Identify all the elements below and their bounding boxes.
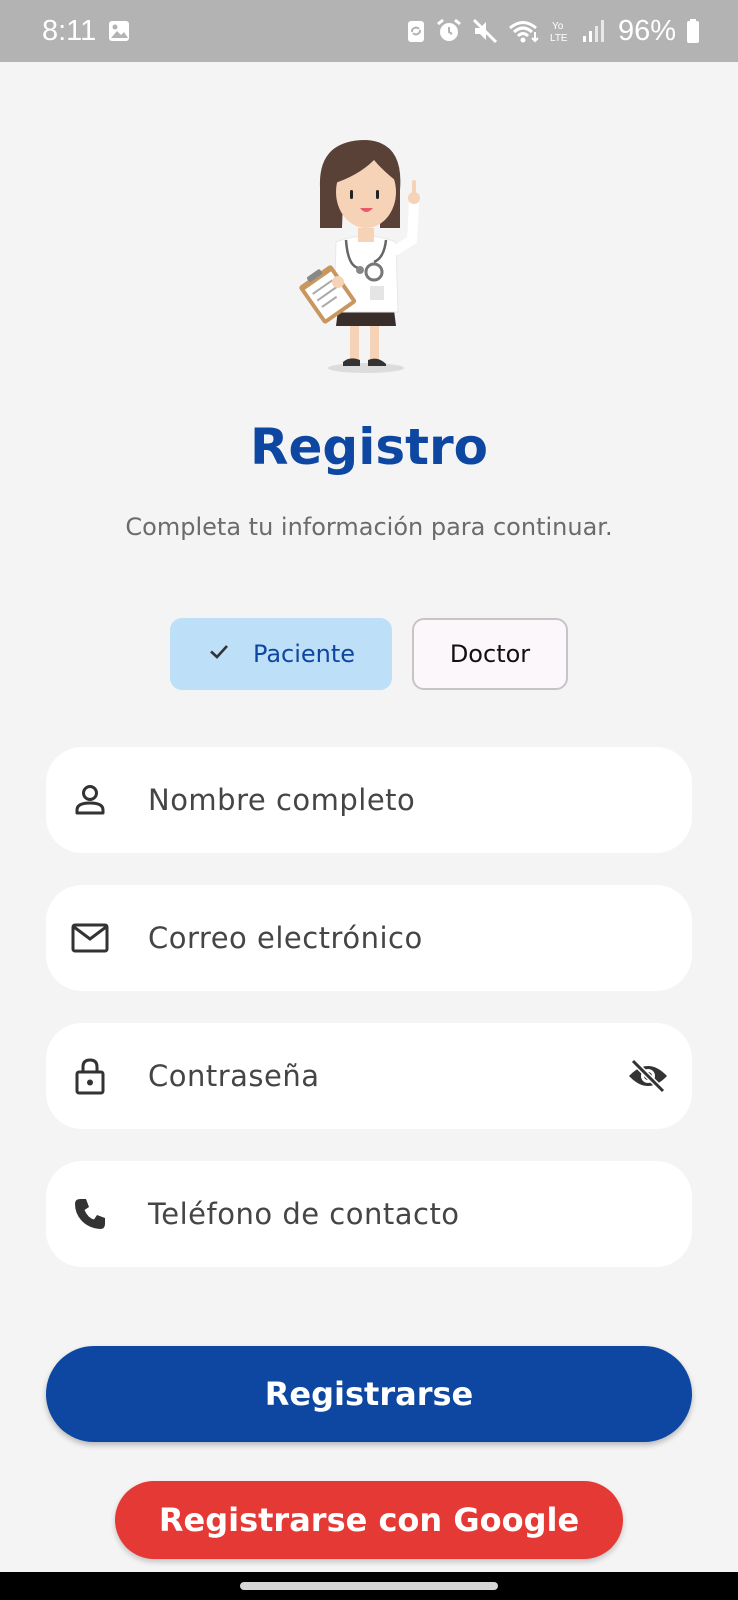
phone-field[interactable]: Teléfono de contacto [46,1161,692,1267]
email-field[interactable]: Correo electrónico [46,885,692,991]
name-placeholder: Nombre completo [148,783,416,817]
wifi-icon [508,18,540,44]
status-bar: 8:11 Yo LTE 96% [0,0,738,62]
sync-icon [406,18,426,44]
role-option-paciente[interactable]: Paciente [170,618,392,690]
visibility-off-icon[interactable] [626,1054,670,1098]
email-placeholder: Correo electrónico [148,921,423,955]
role-option-label: Doctor [449,640,531,668]
register-with-google-button[interactable]: Registrarse con Google [115,1481,623,1559]
mail-icon [70,918,110,958]
navigation-bar [0,1572,738,1600]
battery-percentage: 96% [617,14,676,47]
signal-icon [582,19,604,43]
mute-icon [472,18,498,44]
gallery-icon [108,20,130,42]
phone-icon [70,1194,110,1234]
volte-icon: Yo LTE [550,18,572,44]
page-subtitle: Completa tu información para continuar. [125,513,613,541]
register-button[interactable]: Registrarse [46,1346,692,1442]
status-time: 8:11 [42,14,97,47]
alarm-icon [436,18,462,44]
svg-text:Yo: Yo [552,21,564,32]
password-field[interactable]: Contraseña [46,1023,692,1129]
lock-icon [70,1056,110,1096]
role-option-doctor[interactable]: Doctor [412,618,568,690]
battery-icon [686,18,700,44]
doctor-illustration [288,132,448,377]
svg-text:LTE: LTE [550,33,568,44]
check-icon [207,639,231,669]
home-gesture-handle[interactable] [240,1582,498,1590]
role-option-label: Paciente [252,640,356,668]
password-placeholder: Contraseña [148,1059,320,1093]
name-field[interactable]: Nombre completo [46,747,692,853]
person-icon [70,780,110,820]
page-title: Registro [249,418,488,476]
phone-placeholder: Teléfono de contacto [148,1197,460,1231]
